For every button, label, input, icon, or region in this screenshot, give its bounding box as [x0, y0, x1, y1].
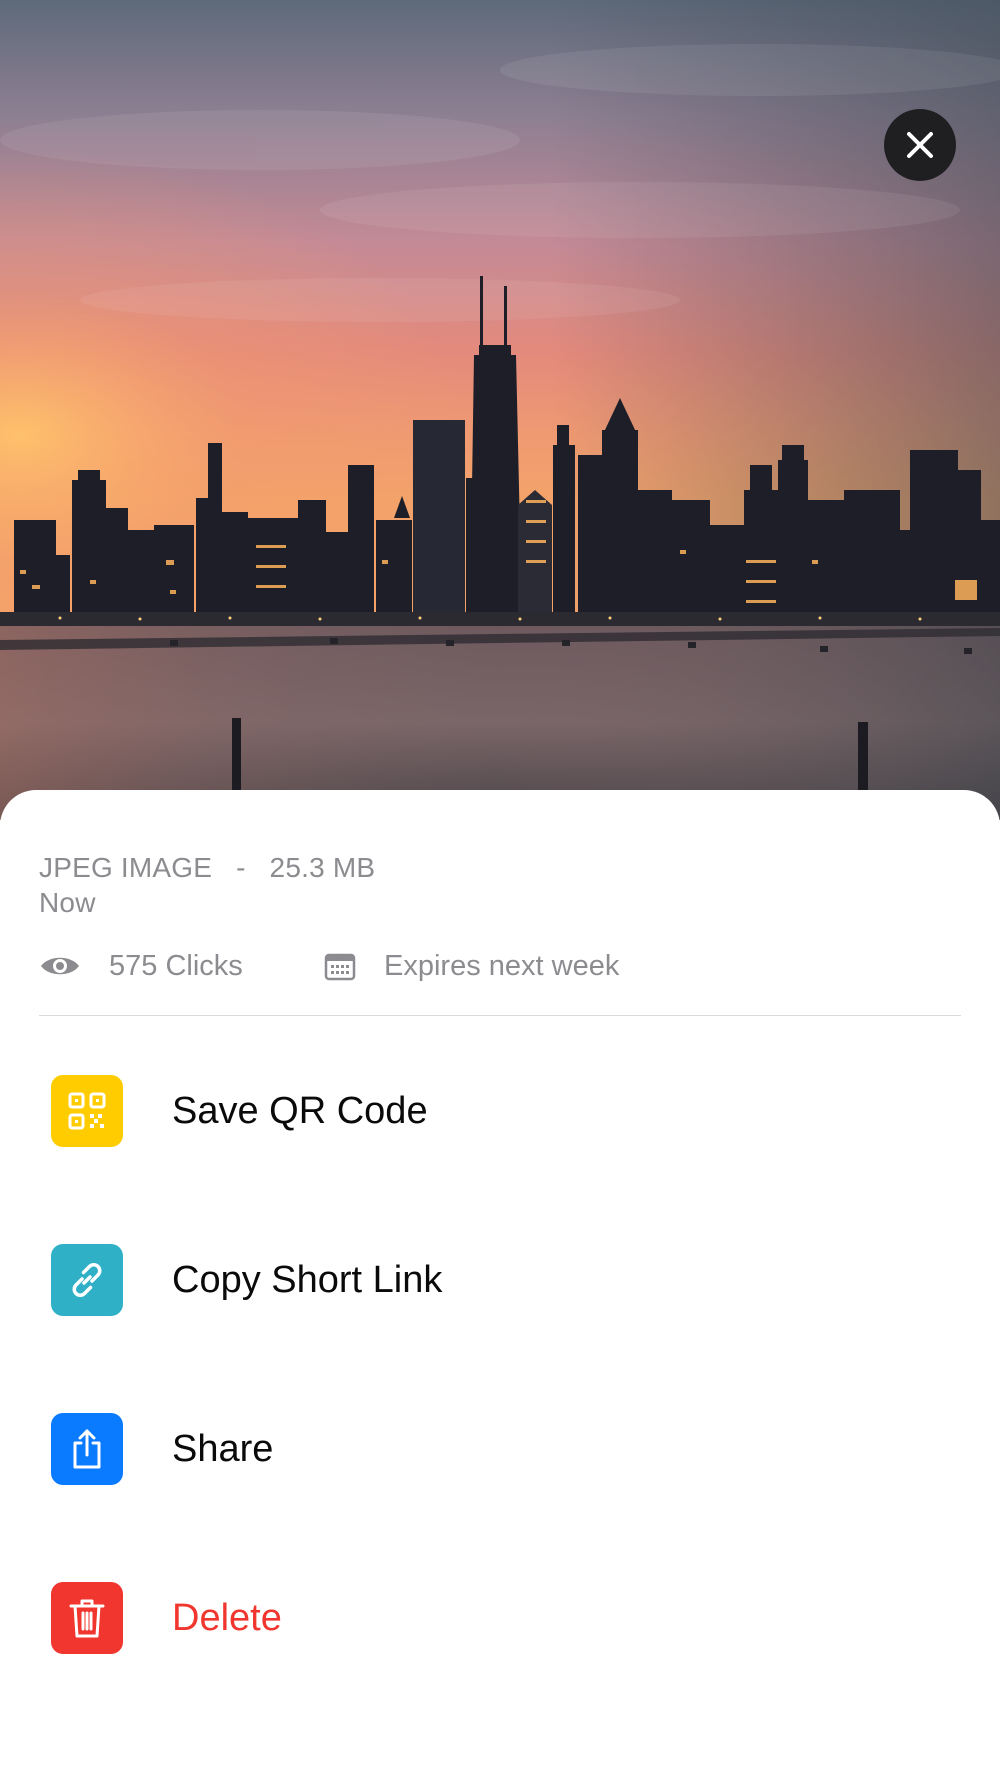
- file-actions-sheet: JPEG IMAGE - 25.3 MB Now 575 Clicks Expi…: [0, 790, 1000, 1778]
- qr-code-icon: [51, 1075, 123, 1147]
- clicks-count: 575 Clicks: [109, 949, 243, 982]
- file-stats: 575 Clicks Expires next week: [39, 940, 959, 992]
- share-icon: [51, 1413, 123, 1485]
- divider: [39, 1015, 961, 1016]
- expiry-stat: Expires next week: [324, 940, 619, 992]
- calendar-icon: [324, 953, 356, 981]
- trash-icon: [51, 1582, 123, 1654]
- delete-label: Delete: [172, 1596, 282, 1639]
- copy-short-link-button[interactable]: Copy Short Link: [51, 1244, 951, 1316]
- close-icon: [907, 132, 933, 158]
- copy-short-link-label: Copy Short Link: [172, 1258, 443, 1301]
- close-button[interactable]: [884, 109, 956, 181]
- delete-button[interactable]: Delete: [51, 1582, 951, 1654]
- expiry-text: Expires next week: [384, 949, 620, 982]
- image-preview: [0, 0, 1000, 820]
- file-timestamp: Now: [39, 887, 96, 918]
- share-button[interactable]: Share: [51, 1413, 951, 1485]
- file-type-size: JPEG IMAGE - 25.3 MB: [39, 852, 376, 883]
- link-icon: [51, 1244, 123, 1316]
- save-qr-code-button[interactable]: Save QR Code: [51, 1075, 951, 1147]
- eye-icon: [41, 957, 79, 975]
- file-detail-screen: JPEG IMAGE - 25.3 MB Now 575 Clicks Expi…: [0, 0, 1000, 1778]
- save-qr-code-label: Save QR Code: [172, 1089, 428, 1132]
- clicks-stat: 575 Clicks: [39, 940, 243, 992]
- share-label: Share: [172, 1427, 274, 1470]
